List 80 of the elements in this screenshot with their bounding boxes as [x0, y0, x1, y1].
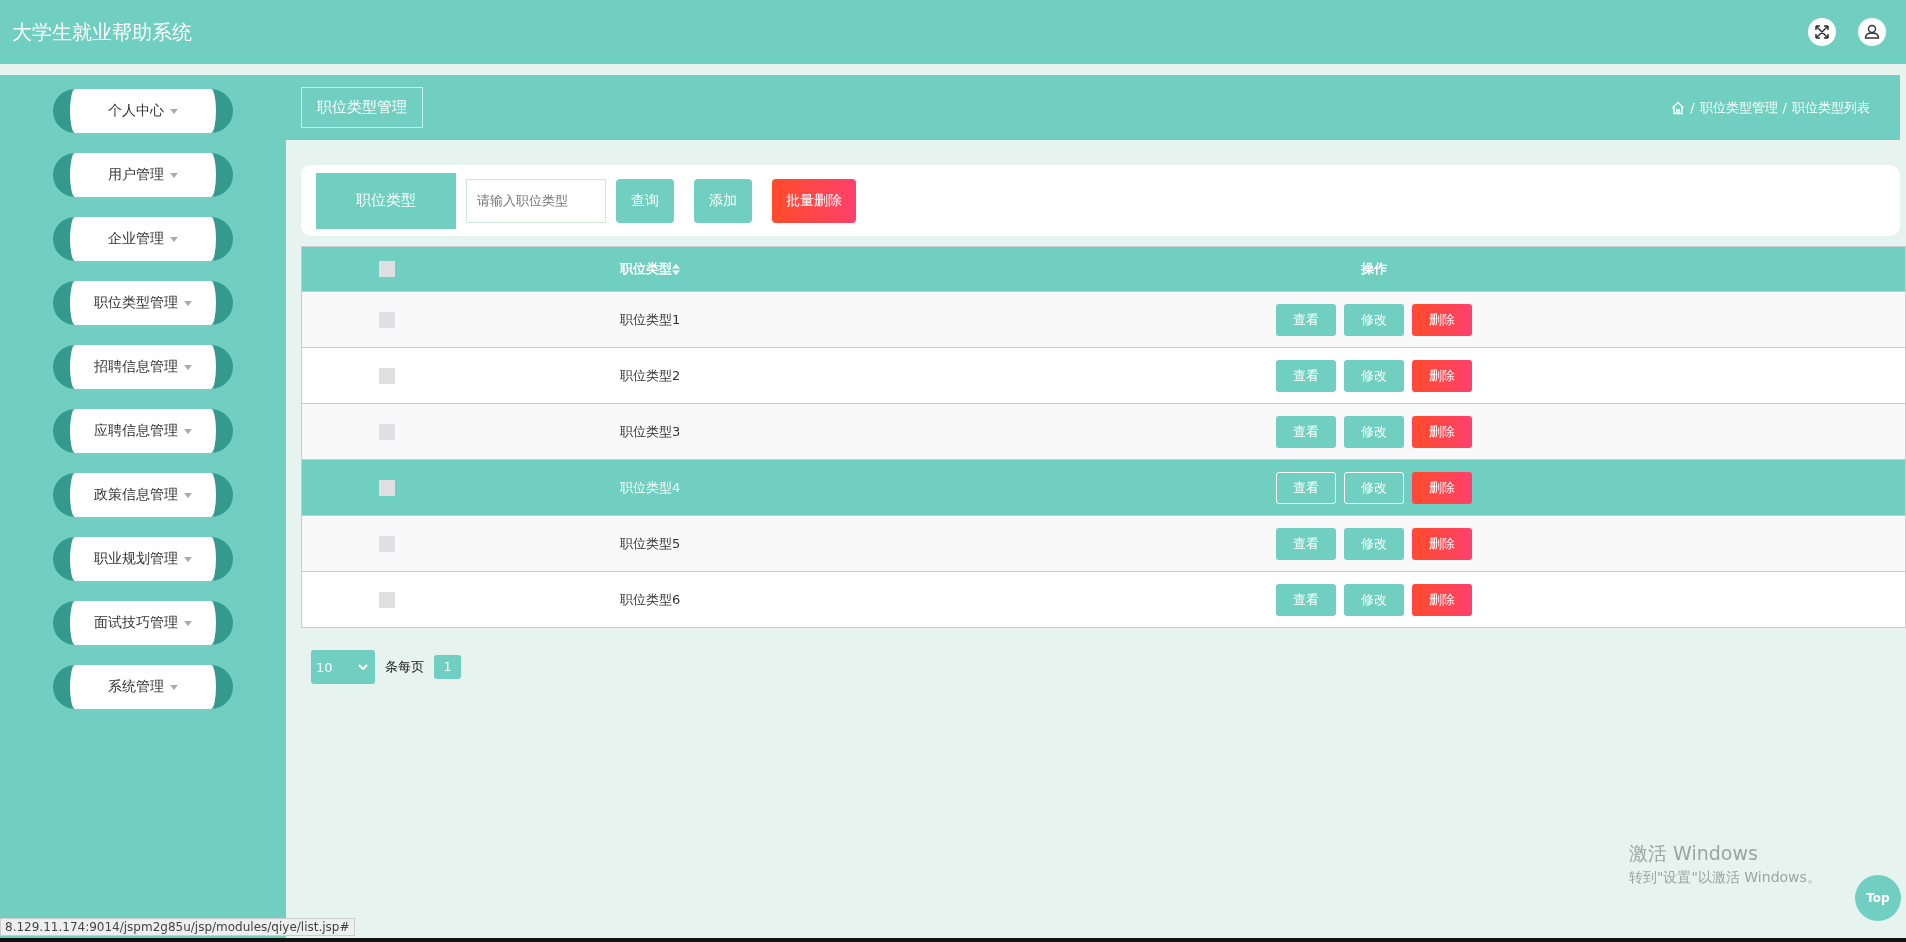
page-size-label: 条每页: [385, 658, 424, 676]
sort-icon[interactable]: [672, 263, 680, 275]
back-to-top-button[interactable]: Top: [1855, 875, 1901, 921]
row-action-button[interactable]: 查看: [1275, 471, 1336, 504]
row-action-button[interactable]: 查看: [1275, 583, 1336, 616]
fullscreen-icon[interactable]: [1808, 18, 1836, 46]
table-row[interactable]: 职位类型5 查看 修改 删除: [302, 515, 1905, 571]
table-cell: 职位类型1: [620, 310, 681, 329]
column-header: 操作: [1360, 260, 1387, 278]
app-title: 大学生就业帮助系统: [12, 18, 192, 46]
page-title: 职位类型管理: [301, 87, 423, 128]
row-action-button[interactable]: 修改: [1343, 527, 1404, 560]
table-cell: 职位类型3: [620, 422, 681, 441]
table-row[interactable]: 职位类型3 查看 修改 删除: [302, 403, 1905, 459]
row-action-button[interactable]: 删除: [1411, 583, 1472, 616]
row-action-button[interactable]: 删除: [1411, 415, 1472, 448]
caret-icon: [184, 300, 192, 306]
activation-title: 激活 Windows: [1629, 841, 1759, 866]
table-cell: 职位类型6: [620, 590, 681, 609]
menu-item[interactable]: 系统管理: [53, 665, 233, 709]
status-url: 8.129.11.174:9014/jspm2g85u/jsp/modules/qiye/list.jsp#: [0, 918, 355, 936]
menu-item[interactable]: 应聘信息管理: [53, 409, 233, 453]
row-action-button[interactable]: 修改: [1343, 471, 1404, 504]
row-action-button[interactable]: 修改: [1343, 359, 1404, 392]
menu-item[interactable]: 招聘信息管理: [53, 345, 233, 389]
chevron-down-icon: [358, 664, 368, 670]
home-icon[interactable]: [1671, 100, 1686, 115]
row-action-button[interactable]: 删除: [1411, 359, 1472, 392]
activation-message: 转到"设置"以激活 Windows。: [1629, 869, 1821, 887]
row-checkbox[interactable]: [379, 423, 395, 440]
table-row[interactable]: 职位类型1 查看 修改 删除: [302, 291, 1905, 347]
page-size-select[interactable]: 10: [311, 650, 375, 684]
row-action-button[interactable]: 修改: [1343, 303, 1404, 336]
caret-icon: [170, 172, 178, 178]
column-header[interactable]: 职位类型: [620, 260, 672, 278]
caret-icon: [184, 620, 192, 626]
menu-item[interactable]: 职业规划管理: [53, 537, 233, 581]
search-field[interactable]: 请输入职位类型: [466, 178, 606, 223]
menu-item[interactable]: 职位类型管理: [53, 281, 233, 325]
table-row[interactable]: 职位类型4 查看 修改 删除: [302, 459, 1905, 515]
row-action-button[interactable]: 查看: [1275, 415, 1336, 448]
row-action-button[interactable]: 查看: [1275, 303, 1336, 336]
caret-icon: [184, 364, 192, 370]
caret-icon: [170, 108, 178, 114]
caret-icon: [170, 236, 178, 242]
row-checkbox[interactable]: [379, 367, 395, 384]
row-action-button[interactable]: 查看: [1275, 359, 1336, 392]
select-all-checkbox[interactable]: [379, 261, 395, 277]
row-action-button[interactable]: 删除: [1411, 471, 1472, 504]
breadcrumb-separator: /: [1690, 100, 1695, 115]
breadcrumb-separator: /: [1782, 100, 1787, 115]
page-button[interactable]: 1: [434, 655, 461, 679]
row-action-button[interactable]: 删除: [1411, 527, 1472, 560]
menu-item[interactable]: 政策信息管理: [53, 473, 233, 517]
toolbar-button[interactable]: 添加: [694, 178, 752, 223]
row-action-button[interactable]: 删除: [1411, 303, 1472, 336]
table-cell: 职位类型2: [620, 366, 681, 385]
row-checkbox[interactable]: [379, 479, 395, 496]
row-action-button[interactable]: 查看: [1275, 527, 1336, 560]
menu-item[interactable]: 用户管理: [53, 153, 233, 197]
toolbar-button[interactable]: 查询: [616, 178, 674, 223]
breadcrumb-item[interactable]: 职位类型列表: [1792, 98, 1870, 117]
row-checkbox[interactable]: [379, 311, 395, 328]
caret-icon: [170, 684, 178, 690]
caret-icon: [184, 428, 192, 434]
menu-item[interactable]: 企业管理: [53, 217, 233, 261]
breadcrumb-item[interactable]: 职位类型管理: [1699, 98, 1778, 117]
menu-item[interactable]: 面试技巧管理: [53, 601, 233, 645]
search-label: 职位类型: [316, 172, 456, 229]
table-cell: 职位类型4: [620, 478, 681, 497]
row-checkbox[interactable]: [379, 535, 395, 552]
caret-icon: [184, 556, 192, 562]
table-cell: 职位类型5: [620, 534, 681, 553]
menu-item[interactable]: 个人中心: [53, 89, 233, 133]
caret-icon: [184, 492, 192, 498]
row-checkbox[interactable]: [379, 591, 395, 608]
user-icon[interactable]: [1858, 18, 1886, 46]
row-action-button[interactable]: 修改: [1343, 583, 1404, 616]
row-action-button[interactable]: 修改: [1343, 415, 1404, 448]
toolbar-button[interactable]: 批量删除: [772, 178, 856, 223]
